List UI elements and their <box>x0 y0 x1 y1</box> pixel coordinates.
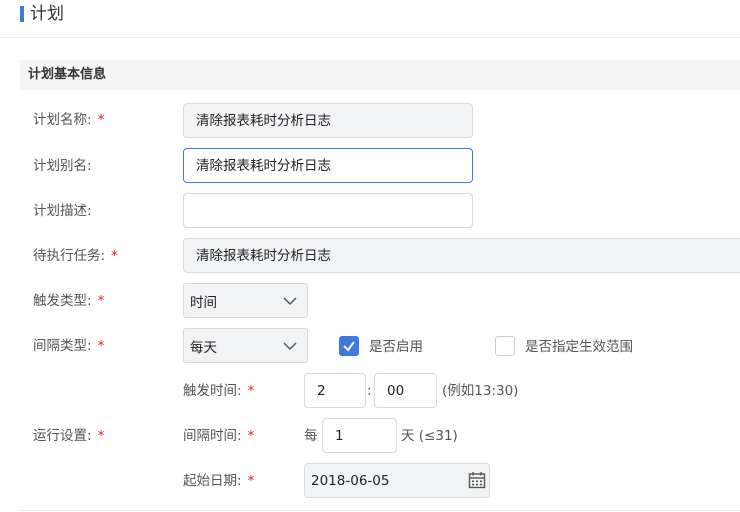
trigger-type-label: 触发类型: * <box>33 293 105 309</box>
trigger-time-hint: (例如13:30) <box>442 383 519 399</box>
run-settings-label: 运行设置: * <box>33 428 105 444</box>
section-title: 计划基本信息 <box>28 67 107 82</box>
required-mark: * <box>97 338 105 354</box>
range-checkbox[interactable] <box>495 336 515 356</box>
interval-value-input[interactable]: 1 <box>322 418 397 453</box>
trigger-minute-input[interactable]: 00 <box>374 373 437 408</box>
start-date-label: 起始日期: * <box>183 473 255 489</box>
plan-desc-input[interactable] <box>183 193 473 228</box>
interval-type-label: 间隔类型: * <box>33 338 105 354</box>
chevron-down-icon <box>283 297 297 306</box>
required-mark: * <box>247 383 255 399</box>
trigger-hour-input[interactable]: 2 <box>304 373 366 408</box>
page-header <box>0 0 740 38</box>
required-mark: * <box>247 473 255 489</box>
calendar-icon[interactable] <box>468 471 486 489</box>
start-date-value: 2018-06-05 <box>311 472 390 489</box>
interval-type-select[interactable]: 每天 <box>183 328 308 363</box>
task-field[interactable]: 清除报表耗时分析日志 <box>183 238 740 273</box>
interval-suffix: 天 (≤31) <box>401 428 458 444</box>
plan-name-field: 清除报表耗时分析日志 <box>183 103 473 138</box>
time-separator: : <box>367 383 372 399</box>
trigger-type-select[interactable]: 时间 <box>183 283 308 318</box>
title-accent-bar <box>20 6 24 22</box>
trigger-time-label: 触发时间: * <box>183 383 255 399</box>
range-checkbox-label: 是否指定生效范围 <box>525 339 633 355</box>
chevron-down-icon <box>283 342 297 351</box>
trigger-type-value: 时间 <box>190 294 217 311</box>
enabled-checkbox-label: 是否启用 <box>369 339 423 355</box>
enabled-checkbox[interactable] <box>339 336 359 356</box>
required-mark: * <box>97 293 105 309</box>
plan-desc-label: 计划描述: <box>33 203 92 219</box>
interval-type-value: 每天 <box>190 339 217 356</box>
start-date-input[interactable]: 2018-06-05 <box>304 463 490 498</box>
task-label: 待执行任务: * <box>33 248 118 264</box>
plan-alias-label: 计划别名: <box>33 158 92 174</box>
check-icon <box>343 341 355 352</box>
interval-time-label: 间隔时间: * <box>183 428 255 444</box>
section-header <box>20 60 740 90</box>
required-mark: * <box>111 248 118 264</box>
required-mark: * <box>97 428 105 444</box>
required-mark: * <box>247 428 255 444</box>
required-mark: * <box>97 112 105 128</box>
plan-alias-input[interactable]: 清除报表耗时分析日志 <box>183 148 473 183</box>
plan-name-label: 计划名称: * <box>33 112 105 128</box>
page-title: 计划 <box>30 4 64 24</box>
bottom-divider <box>20 510 740 511</box>
interval-prefix: 每 <box>304 428 318 444</box>
